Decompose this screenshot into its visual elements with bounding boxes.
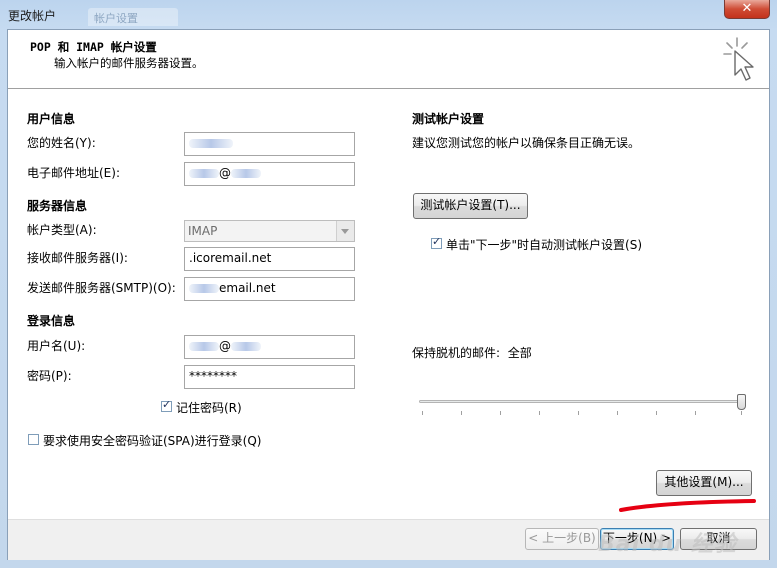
slider-tick bbox=[461, 411, 462, 415]
dialog-footer: < 上一步(B) 下一步(N) > 取消 bbox=[8, 519, 769, 560]
account-settings-dialog: POP 和 IMAP 帐户设置 输入帐户的邮件服务器设置。 用户信息 您的姓名(… bbox=[7, 29, 770, 560]
back-button[interactable]: < 上一步(B) bbox=[525, 528, 599, 550]
redacted-email-domain bbox=[231, 169, 261, 178]
background-window-tab: 帐户设置 bbox=[88, 8, 178, 26]
next-button[interactable]: 下一步(N) > bbox=[600, 528, 674, 550]
title-bar[interactable]: 更改帐户 帐户设置 ✕ bbox=[0, 0, 777, 28]
redacted-server bbox=[189, 284, 219, 293]
email-field[interactable]: @ bbox=[184, 162, 355, 186]
remember-password-label[interactable]: 记住密码(R) bbox=[176, 399, 242, 416]
account-type-select[interactable]: IMAP bbox=[184, 220, 355, 242]
more-settings-button[interactable]: 其他设置(M)... bbox=[656, 470, 752, 496]
server-info-heading: 服务器信息 bbox=[27, 199, 88, 213]
redacted-name bbox=[189, 139, 233, 148]
test-settings-description: 建议您测试您的帐户以确保条目正确无误。 bbox=[412, 136, 641, 150]
account-type-value: IMAP bbox=[188, 224, 218, 238]
redacted-username-domain bbox=[231, 342, 261, 351]
auto-test-checkbox[interactable] bbox=[431, 235, 442, 249]
user-info-heading: 用户信息 bbox=[27, 112, 76, 126]
slider-tick bbox=[656, 411, 657, 415]
header-title: POP 和 IMAP 帐户设置 bbox=[30, 40, 157, 54]
username-label: 用户名(U): bbox=[27, 339, 86, 353]
spa-checkbox[interactable] bbox=[28, 434, 39, 445]
redacted-username-user bbox=[189, 342, 219, 351]
incoming-server-field[interactable]: .icoremail.net bbox=[184, 247, 355, 271]
slider-tick bbox=[539, 411, 540, 415]
dialog-content: 用户信息 您的姓名(Y): 电子邮件地址(E): @ 服务器信息 帐户类型(A)… bbox=[8, 89, 769, 519]
name-label: 您的姓名(Y): bbox=[27, 136, 96, 150]
offline-mail-label-text: 保持脱机的邮件: bbox=[412, 346, 501, 360]
spa-label[interactable]: 要求使用安全密码验证(SPA)进行登录(Q) bbox=[43, 432, 261, 449]
password-field[interactable]: ******** bbox=[184, 365, 355, 389]
dialog-header: POP 和 IMAP 帐户设置 输入帐户的邮件服务器设置。 bbox=[8, 30, 769, 89]
cancel-button[interactable]: 取消 bbox=[680, 528, 757, 550]
outgoing-server-field[interactable]: email.net bbox=[184, 277, 355, 301]
outgoing-server-label: 发送邮件服务器(SMTP)(O): bbox=[27, 281, 176, 295]
redacted-email-user bbox=[189, 169, 219, 178]
offline-mail-label: 保持脱机的邮件: 全部 bbox=[412, 344, 532, 361]
password-label: 密码(P): bbox=[27, 369, 72, 383]
offline-mail-slider-thumb[interactable] bbox=[737, 394, 746, 410]
incoming-server-label: 接收邮件服务器(I): bbox=[27, 251, 128, 265]
slider-tick bbox=[422, 411, 423, 415]
remember-password-checkbox[interactable] bbox=[161, 398, 172, 412]
name-field[interactable] bbox=[184, 132, 355, 156]
test-settings-heading: 测试帐户设置 bbox=[412, 112, 485, 126]
slider-tick bbox=[741, 411, 742, 415]
test-account-settings-button[interactable]: 测试帐户设置(T)... bbox=[413, 193, 528, 219]
change-account-window: 更改帐户 帐户设置 ✕ POP 和 IMAP 帐户设置 输入帐户的邮件服务器设置… bbox=[0, 0, 777, 568]
cursor-sparkle-icon bbox=[723, 37, 754, 81]
slider-tick bbox=[617, 411, 618, 415]
chevron-down-icon bbox=[336, 221, 354, 241]
login-info-heading: 登录信息 bbox=[27, 314, 76, 328]
offline-mail-slider[interactable] bbox=[419, 400, 744, 403]
email-label: 电子邮件地址(E): bbox=[27, 166, 120, 180]
red-underline-annotation bbox=[619, 499, 756, 512]
header-subtitle: 输入帐户的邮件服务器设置。 bbox=[54, 56, 204, 70]
auto-test-label[interactable]: 单击"下一步"时自动测试帐户设置(S) bbox=[446, 236, 642, 253]
slider-tick bbox=[578, 411, 579, 415]
window-title: 更改帐户 bbox=[8, 9, 57, 23]
close-button[interactable]: ✕ bbox=[724, 0, 770, 19]
slider-tick bbox=[695, 411, 696, 415]
close-icon: ✕ bbox=[741, 1, 753, 16]
slider-tick bbox=[500, 411, 501, 415]
username-field[interactable]: @ bbox=[184, 335, 355, 359]
account-type-label: 帐户类型(A): bbox=[27, 223, 97, 237]
offline-mail-value: 全部 bbox=[507, 346, 532, 360]
